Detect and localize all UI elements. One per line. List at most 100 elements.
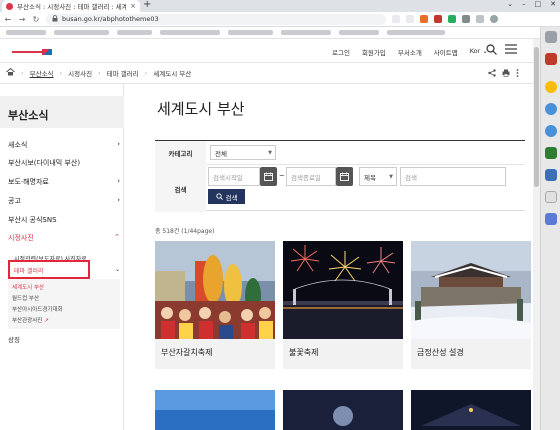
sidebar-subsub-tourism[interactable]: 부산관광사진 ↗ [12,316,49,324]
bookmark-item[interactable] [228,30,273,35]
gallery-caption: 금정산성 설경 [417,348,464,357]
reload-button[interactable]: ↻ [32,15,40,24]
bookmark-item[interactable] [117,30,152,35]
extension-icon[interactable] [462,15,470,23]
home-icon[interactable] [6,67,15,79]
app-icon[interactable] [545,53,557,65]
app-icon[interactable] [545,213,557,225]
app-icon[interactable] [545,31,557,43]
close-window-button[interactable]: ✕ [550,0,556,8]
sidebar-item-news[interactable]: 새소식 › [8,140,120,150]
window-controls: ⌄ – □ ✕ [507,0,556,8]
app-icon[interactable] [545,169,557,181]
bookmark-item[interactable] [160,30,220,35]
sidebar-item-press[interactable]: 보도·해명자료 › [8,177,120,187]
category-label: 카테고리 [155,141,206,165]
bookmark-star-icon[interactable] [406,15,414,23]
breadcrumb-item[interactable]: 테마 갤러리 [107,68,139,78]
page-scrollbar[interactable] [533,39,540,430]
sidebar-title: 부산소식 [0,96,124,128]
gallery-card[interactable] [411,390,531,430]
gallery-card[interactable]: 불꽃축제 [283,241,403,369]
extension-icon[interactable] [434,15,442,23]
desktop-side-strip [540,27,560,430]
search-field-select[interactable]: 제목 ▼ [359,167,397,186]
sidebar-subsub-worldcup[interactable]: 월드컵 부산 [12,294,39,302]
print-icon[interactable] [502,69,510,79]
tab-close-icon[interactable]: × [130,2,136,10]
share-icon[interactable] [488,69,496,79]
bookmark-item[interactable] [54,30,109,35]
keyword-input[interactable]: 검색 [400,167,506,186]
share-page-icon[interactable] [392,15,400,23]
tab-search-icon[interactable]: ⌄ [507,0,513,8]
bookmarks-bar [0,27,540,39]
new-tab-button[interactable]: + [143,0,151,10]
app-icon[interactable] [545,103,557,115]
sidebar-item-sns[interactable]: 부산시 공식SNS [8,215,120,225]
gallery-thumbnail [411,241,531,339]
favicon-icon [6,2,13,10]
scrollbar-thumb[interactable] [534,47,539,187]
menu-icon[interactable] [505,44,517,58]
busan-logo[interactable] [12,46,56,58]
external-link-icon: ↗ [44,318,49,324]
signup-link[interactable]: 회원가입 [362,47,386,57]
url-bar[interactable]: busan.go.kr/abphototheme03 [46,13,386,25]
sidebar-item-symbol[interactable]: 상징 [8,334,120,344]
site-header: 로그인 회원가입 부서소개 사이트맵 Kor ⌄ [0,39,533,63]
chevron-right-icon: › [117,177,120,185]
sidebar-sub-theme-gallery[interactable]: 테마 갤러리 ⌄ [14,266,120,275]
gallery-card[interactable] [155,390,275,430]
more-icon[interactable] [516,69,519,79]
minimize-button[interactable]: – [522,0,526,8]
category-select[interactable]: 전체 ▼ [210,145,276,160]
breadcrumb: › 부산소식 › 시정사진 › 테마 갤러리 › 세계도시 부산 [0,63,533,84]
forward-button[interactable]: → [18,15,26,24]
breadcrumb-item[interactable]: 시정사진 [68,68,92,78]
login-link[interactable]: 로그인 [332,47,350,57]
sidebar-item-dynamic-busan[interactable]: 부산시보(다이내믹 부산) [8,158,120,168]
sidebar: 부산소식 새소식 › 부산시보(다이내믹 부산) 보도·해명자료 › 공고 › 부산시… [0,84,124,430]
search-icon[interactable] [486,44,497,58]
sidebar-item-photos[interactable]: 시정사진 ⌃ [8,233,120,243]
breadcrumb-item[interactable]: 부산소식 [30,68,54,78]
sidebar-subsub-asiad[interactable]: 부산아시아드경기대회 [12,305,63,313]
app-icon[interactable] [545,191,557,203]
caret-down-icon: ▼ [389,173,393,180]
chevron-up-icon: ⌃ [114,233,120,241]
search-button[interactable]: 검색 [208,189,245,204]
bookmark-item[interactable] [281,30,331,35]
gallery-card[interactable]: 금정산성 설경 [411,241,531,369]
search-filter: 카테고리 전체 ▼ 검색 검색시작일 ~ 검색종료일 제목 ▼ 검색 검색 [155,140,525,212]
back-button[interactable]: ← [4,15,12,24]
extensions-puzzle-icon[interactable] [476,15,484,23]
extension-icon[interactable] [448,15,456,23]
app-icon[interactable] [545,147,557,159]
sidebar-subsub-world-city[interactable]: 세계도시 부산 [12,283,44,291]
result-count: 총 518건 (1/44page) [155,228,215,235]
calendar-start-button[interactable] [260,167,277,186]
app-icon[interactable] [545,125,557,137]
maximize-button[interactable]: □ [535,0,542,8]
end-date-input[interactable]: 검색종료일 [286,167,336,186]
bookmark-item[interactable] [6,30,46,35]
bookmark-item[interactable] [339,30,379,35]
sidebar-item-notice[interactable]: 공고 › [8,196,120,206]
gallery-thumbnail [283,241,403,339]
profile-avatar[interactable] [490,15,498,23]
extension-icon[interactable] [420,15,428,23]
gallery-thumbnail [411,390,531,430]
start-date-input[interactable]: 검색시작일 [208,167,260,186]
dept-link[interactable]: 부서소개 [398,47,422,57]
calendar-icon [264,172,273,181]
calendar-end-button[interactable] [336,167,353,186]
chrome-icon[interactable] [545,81,557,93]
gallery-card[interactable] [283,390,403,430]
gallery-card[interactable]: 부산자갈치축제 [155,241,275,369]
sitemap-link[interactable]: 사이트맵 [434,47,458,57]
browser-tab[interactable]: 부산소식 : 시정사진 : 테마 갤러리 : 세계도 × [2,0,140,12]
bookmark-item[interactable] [387,30,445,35]
header-icons [486,44,517,58]
chevron-right-icon: › [117,140,120,148]
